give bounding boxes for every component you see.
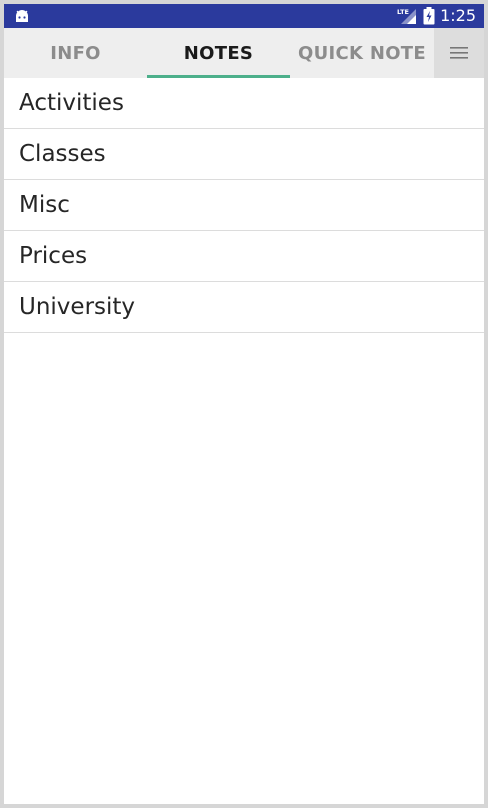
battery-charging-icon xyxy=(423,7,435,25)
tab-notes[interactable]: NOTES xyxy=(147,28,290,78)
list-item[interactable]: Classes xyxy=(4,129,484,180)
status-bar: LTE 1:25 xyxy=(4,4,484,28)
hamburger-menu-icon xyxy=(450,47,468,59)
lte-signal-icon: LTE xyxy=(397,8,416,24)
status-clock: 1:25 xyxy=(440,6,476,25)
menu-button[interactable] xyxy=(434,28,484,78)
android-icon xyxy=(16,10,28,22)
list-item[interactable]: Misc xyxy=(4,180,484,231)
list-item[interactable]: Prices xyxy=(4,231,484,282)
list-item[interactable]: Activities xyxy=(4,78,484,129)
list-item[interactable]: University xyxy=(4,282,484,333)
network-label: LTE xyxy=(397,8,409,16)
app-screen: LTE 1:25 INFO NOTES QUICK NOTE Activitie… xyxy=(4,4,484,804)
tab-bar: INFO NOTES QUICK NOTE xyxy=(4,28,484,78)
tab-quick-note[interactable]: QUICK NOTE xyxy=(290,28,434,78)
notes-list: Activities Classes Misc Prices Universit… xyxy=(4,78,484,333)
tab-info[interactable]: INFO xyxy=(4,28,147,78)
